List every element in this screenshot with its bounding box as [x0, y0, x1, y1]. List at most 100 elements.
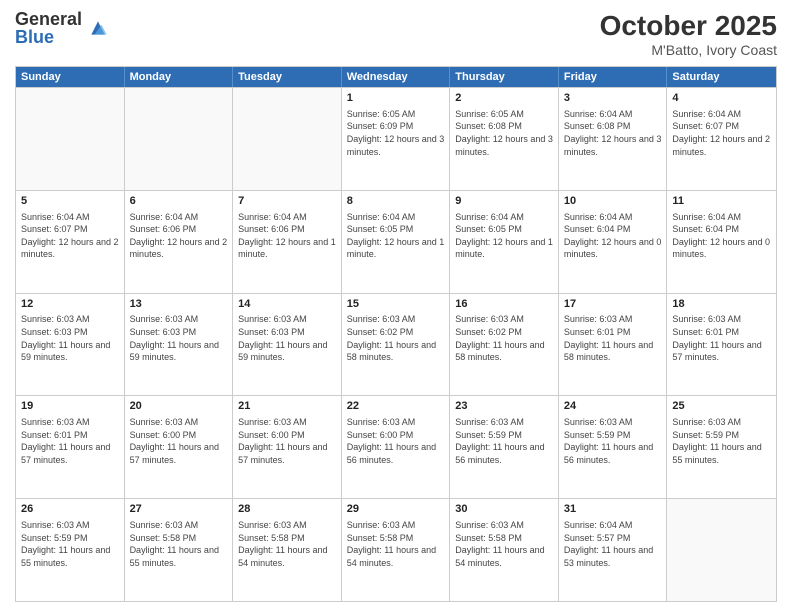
calendar-cell: 18Sunrise: 6:03 AM Sunset: 6:01 PM Dayli…: [667, 294, 776, 396]
cell-info: Sunrise: 6:04 AM Sunset: 6:05 PM Dayligh…: [455, 211, 553, 261]
cell-info: Sunrise: 6:04 AM Sunset: 6:07 PM Dayligh…: [21, 211, 119, 261]
calendar-cell: 28 Sunrise: 6:03 AM Sunset: 5:58 PM Dayli…: [233, 499, 342, 601]
cell-date: 22: [347, 399, 445, 414]
cell-date: 26: [21, 502, 119, 517]
cell-info: Sunrise: 6:03 AM Sunset: 5:58 PM Dayligh…: [238, 519, 336, 569]
calendar-cell: 11 Sunrise: 6:04 AM Sunset: 6:04 PM Dayli…: [667, 191, 776, 293]
cell-date: 5: [21, 194, 119, 209]
cell-date: 31: [564, 502, 662, 517]
cell-date: 17: [564, 297, 662, 312]
cell-info: Sunrise: 6:04 AM Sunset: 6:05 PM Dayligh…: [347, 211, 445, 261]
cell-date: 19: [21, 399, 119, 414]
logo-blue: Blue: [15, 28, 82, 46]
cell-date: 13: [130, 297, 228, 312]
calendar-cell: 3 Sunrise: 6:04 AM Sunset: 6:08 PM Daylig…: [559, 88, 668, 190]
calendar-row-3: 12Sunrise: 6:03 AM Sunset: 6:03 PM Dayli…: [16, 293, 776, 396]
cell-info: Sunrise: 6:03 AM Sunset: 5:58 PM Dayligh…: [130, 519, 228, 569]
cell-date: 12: [21, 297, 119, 312]
cell-date: 24: [564, 399, 662, 414]
calendar-cell: 2Sunrise: 6:05 AM Sunset: 6:08 PM Daylig…: [450, 88, 559, 190]
header: General Blue October 2025 M'Batto, Ivory…: [15, 10, 777, 58]
cell-date: 15: [347, 297, 445, 312]
calendar-cell: [16, 88, 125, 190]
cell-info: Sunrise: 6:03 AM Sunset: 5:58 PM Dayligh…: [347, 519, 445, 569]
cell-info: Sunrise: 6:03 AM Sunset: 6:03 PM Dayligh…: [21, 313, 119, 363]
cell-info: Sunrise: 6:03 AM Sunset: 6:03 PM Dayligh…: [130, 313, 228, 363]
calendar-header: SundayMondayTuesdayWednesdayThursdayFrid…: [16, 67, 776, 87]
cell-info: Sunrise: 6:04 AM Sunset: 6:04 PM Dayligh…: [672, 211, 771, 261]
calendar-cell: 22 Sunrise: 6:03 AM Sunset: 6:00 PM Dayli…: [342, 396, 451, 498]
cell-date: 1: [347, 91, 445, 106]
calendar-cell: 23Sunrise: 6:03 AM Sunset: 5:59 PM Dayli…: [450, 396, 559, 498]
calendar-cell: 7 Sunrise: 6:04 AM Sunset: 6:06 PM Daylig…: [233, 191, 342, 293]
calendar: SundayMondayTuesdayWednesdayThursdayFrid…: [15, 66, 777, 602]
day-header-monday: Monday: [125, 67, 234, 87]
cell-date: 28: [238, 502, 336, 517]
calendar-cell: 13Sunrise: 6:03 AM Sunset: 6:03 PM Dayli…: [125, 294, 234, 396]
cell-info: Sunrise: 6:05 AM Sunset: 6:09 PM Dayligh…: [347, 108, 445, 158]
calendar-cell: 4 Sunrise: 6:04 AM Sunset: 6:07 PM Daylig…: [667, 88, 776, 190]
logo-icon: [88, 18, 108, 38]
calendar-cell: 6 Sunrise: 6:04 AM Sunset: 6:06 PM Daylig…: [125, 191, 234, 293]
cell-info: Sunrise: 6:04 AM Sunset: 6:08 PM Dayligh…: [564, 108, 662, 158]
day-header-saturday: Saturday: [667, 67, 776, 87]
cell-date: 9: [455, 194, 553, 209]
cell-info: Sunrise: 6:03 AM Sunset: 6:01 PM Dayligh…: [672, 313, 771, 363]
cell-info: Sunrise: 6:03 AM Sunset: 6:00 PM Dayligh…: [347, 416, 445, 466]
cell-info: Sunrise: 6:04 AM Sunset: 6:04 PM Dayligh…: [564, 211, 662, 261]
cell-info: Sunrise: 6:03 AM Sunset: 6:03 PM Dayligh…: [238, 313, 336, 363]
cell-info: Sunrise: 6:04 AM Sunset: 6:07 PM Dayligh…: [672, 108, 771, 158]
cell-info: Sunrise: 6:03 AM Sunset: 6:00 PM Dayligh…: [130, 416, 228, 466]
cell-info: Sunrise: 6:03 AM Sunset: 6:01 PM Dayligh…: [564, 313, 662, 363]
calendar-cell: [667, 499, 776, 601]
cell-info: Sunrise: 6:03 AM Sunset: 6:01 PM Dayligh…: [21, 416, 119, 466]
cell-date: 20: [130, 399, 228, 414]
calendar-cell: 16Sunrise: 6:03 AM Sunset: 6:02 PM Dayli…: [450, 294, 559, 396]
cell-date: 27: [130, 502, 228, 517]
calendar-cell: 25Sunrise: 6:03 AM Sunset: 5:59 PM Dayli…: [667, 396, 776, 498]
day-header-sunday: Sunday: [16, 67, 125, 87]
calendar-cell: 15Sunrise: 6:03 AM Sunset: 6:02 PM Dayli…: [342, 294, 451, 396]
cell-date: 10: [564, 194, 662, 209]
cell-date: 11: [672, 194, 771, 209]
cell-info: Sunrise: 6:04 AM Sunset: 6:06 PM Dayligh…: [238, 211, 336, 261]
day-header-wednesday: Wednesday: [342, 67, 451, 87]
logo-text: General Blue: [15, 10, 82, 46]
cell-date: 8: [347, 194, 445, 209]
cell-date: 18: [672, 297, 771, 312]
cell-date: 25: [672, 399, 771, 414]
calendar-row-1: 1 Sunrise: 6:05 AM Sunset: 6:09 PM Daylig…: [16, 87, 776, 190]
day-header-friday: Friday: [559, 67, 668, 87]
calendar-cell: 21Sunrise: 6:03 AM Sunset: 6:00 PM Dayli…: [233, 396, 342, 498]
cell-date: 16: [455, 297, 553, 312]
calendar-cell: 31 Sunrise: 6:04 AM Sunset: 5:57 PM Dayli…: [559, 499, 668, 601]
cell-info: Sunrise: 6:03 AM Sunset: 5:58 PM Dayligh…: [455, 519, 553, 569]
day-header-tuesday: Tuesday: [233, 67, 342, 87]
cell-info: Sunrise: 6:03 AM Sunset: 5:59 PM Dayligh…: [564, 416, 662, 466]
cell-info: Sunrise: 6:04 AM Sunset: 5:57 PM Dayligh…: [564, 519, 662, 569]
cell-date: 6: [130, 194, 228, 209]
calendar-page: General Blue October 2025 M'Batto, Ivory…: [0, 0, 792, 612]
cell-date: 7: [238, 194, 336, 209]
calendar-cell: 26Sunrise: 6:03 AM Sunset: 5:59 PM Dayli…: [16, 499, 125, 601]
calendar-body: 1 Sunrise: 6:05 AM Sunset: 6:09 PM Daylig…: [16, 87, 776, 601]
cell-info: Sunrise: 6:04 AM Sunset: 6:06 PM Dayligh…: [130, 211, 228, 261]
cell-date: 4: [672, 91, 771, 106]
cell-date: 21: [238, 399, 336, 414]
cell-date: 2: [455, 91, 553, 106]
calendar-cell: [125, 88, 234, 190]
calendar-row-4: 19 Sunrise: 6:03 AM Sunset: 6:01 PM Dayli…: [16, 395, 776, 498]
cell-date: 3: [564, 91, 662, 106]
calendar-cell: 20 Sunrise: 6:03 AM Sunset: 6:00 PM Dayli…: [125, 396, 234, 498]
calendar-cell: 8 Sunrise: 6:04 AM Sunset: 6:05 PM Daylig…: [342, 191, 451, 293]
calendar-cell: 9 Sunrise: 6:04 AM Sunset: 6:05 PM Daylig…: [450, 191, 559, 293]
calendar-cell: 1 Sunrise: 6:05 AM Sunset: 6:09 PM Daylig…: [342, 88, 451, 190]
calendar-row-5: 26Sunrise: 6:03 AM Sunset: 5:59 PM Dayli…: [16, 498, 776, 601]
calendar-cell: 24 Sunrise: 6:03 AM Sunset: 5:59 PM Dayli…: [559, 396, 668, 498]
month-title: October 2025: [600, 10, 777, 42]
calendar-cell: 27 Sunrise: 6:03 AM Sunset: 5:58 PM Dayli…: [125, 499, 234, 601]
calendar-cell: 17Sunrise: 6:03 AM Sunset: 6:01 PM Dayli…: [559, 294, 668, 396]
cell-date: 14: [238, 297, 336, 312]
cell-date: 29: [347, 502, 445, 517]
cell-date: 23: [455, 399, 553, 414]
